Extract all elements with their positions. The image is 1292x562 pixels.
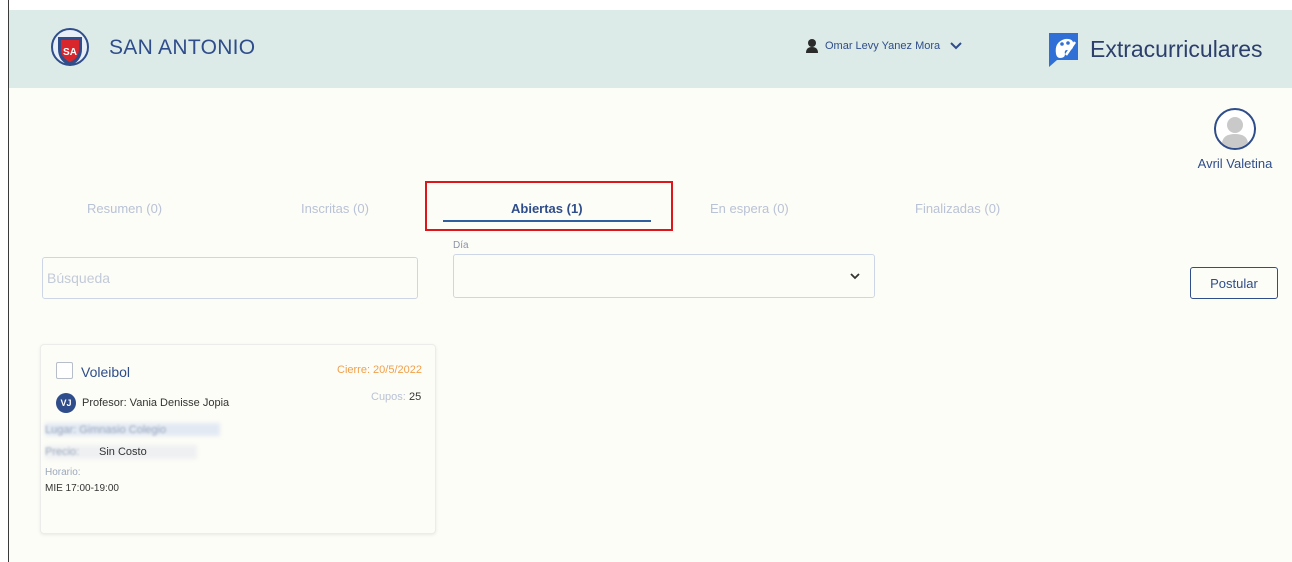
horario-label: Horario:	[45, 467, 81, 478]
tab-resumen[interactable]: Resumen (0)	[87, 201, 162, 216]
activity-card: Voleibol Cierre: 20/5/2022 VJ Profesor: …	[40, 344, 436, 534]
dia-select[interactable]	[453, 254, 875, 298]
cost-label: Precio:	[45, 446, 80, 458]
postular-button[interactable]: Postular	[1190, 267, 1278, 299]
teacher-initials-badge: VJ	[56, 393, 76, 413]
tab-finalizadas[interactable]: Finalizadas (0)	[915, 201, 1000, 216]
tab-inscritas[interactable]: Inscritas (0)	[301, 201, 369, 216]
activity-location: Lugar: Gimnasio Colegio	[45, 424, 167, 436]
horario-value: MIE 17:00-19:00	[45, 483, 119, 494]
cupos-label: Cupos:	[371, 391, 406, 403]
activity-checkbox[interactable]	[56, 362, 73, 379]
profile-avatar[interactable]: Avril Valetina	[1185, 108, 1285, 171]
palette-icon	[1049, 33, 1078, 67]
brand-name: Extracurriculares	[1090, 36, 1263, 62]
dia-label: Día	[453, 240, 469, 251]
cost-value: Sin Costo	[99, 446, 147, 458]
profile-name: Avril Valetina	[1197, 156, 1273, 171]
user-name: Omar Levy Yanez Mora	[825, 40, 941, 52]
avatar-icon	[1214, 108, 1256, 150]
app-window: SA SAN ANTONIO Omar Levy Yanez Mora Extr…	[9, 10, 1292, 562]
school-name: SAN ANTONIO	[109, 36, 256, 59]
user-menu[interactable]: Omar Levy Yanez Mora	[805, 38, 962, 54]
search-input[interactable]	[42, 257, 418, 299]
cupos-value: 25	[409, 391, 422, 403]
user-icon	[806, 39, 818, 53]
svg-text:SA: SA	[63, 47, 77, 58]
tab-en-espera[interactable]: En espera (0)	[710, 201, 789, 216]
top-header: SA SAN ANTONIO Omar Levy Yanez Mora Extr…	[9, 10, 1292, 88]
school-shield-icon[interactable]: SA	[51, 28, 89, 68]
activity-cierre: Cierre: 20/5/2022	[337, 364, 422, 376]
chevron-down-icon[interactable]	[950, 42, 962, 50]
teacher-name: Profesor: Vania Denisse Jopia	[82, 397, 230, 409]
highlight-annotation	[425, 181, 673, 231]
activity-title: Voleibol	[81, 364, 131, 380]
chevron-down-icon	[850, 273, 860, 280]
